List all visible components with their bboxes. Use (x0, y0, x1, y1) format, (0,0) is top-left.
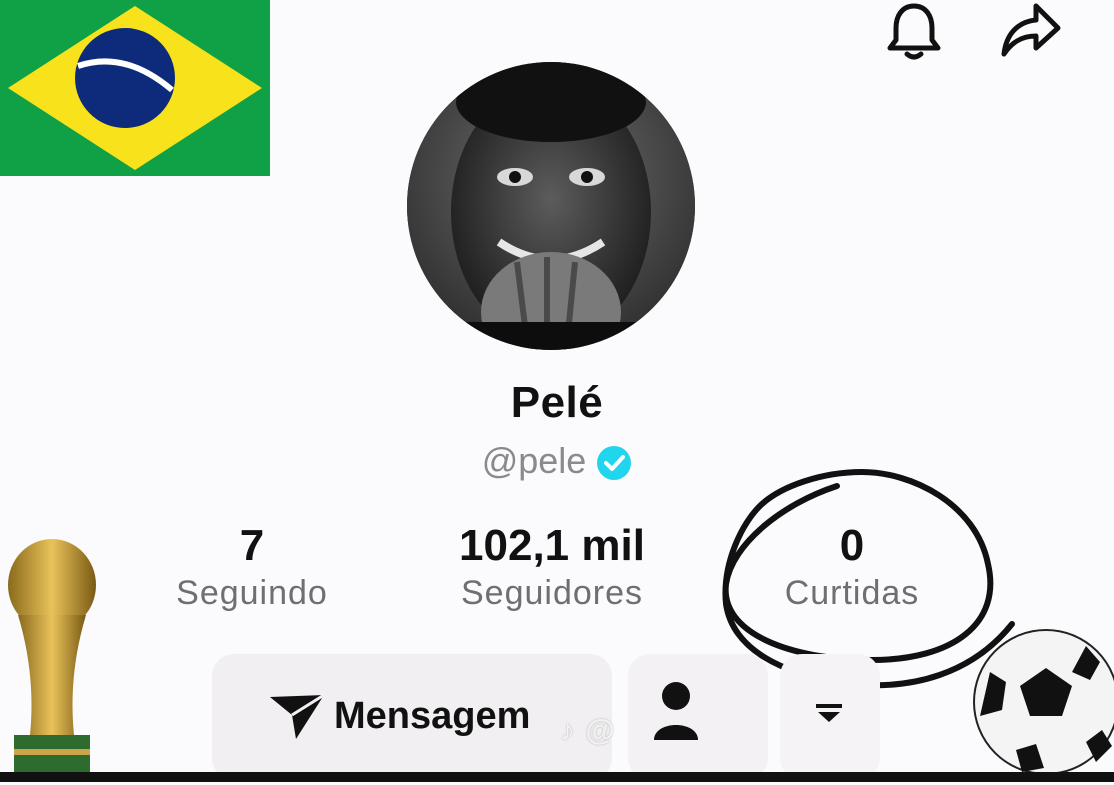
verified-badge-icon (597, 446, 632, 481)
stat-followers[interactable]: 102,1 mil Seguidores (402, 520, 702, 613)
more-options-button[interactable] (780, 654, 880, 780)
follow-status-button[interactable] (628, 654, 768, 780)
profile-name: Pelé (510, 378, 604, 427)
soccer-ball-sticker (973, 629, 1114, 774)
following-label: Seguindo (176, 574, 328, 612)
world-cup-trophy-sticker (8, 539, 96, 775)
message-button-content[interactable]: Mensagem (268, 688, 530, 744)
stat-following[interactable]: 7 Seguindo (102, 520, 402, 613)
person-icon (654, 682, 698, 740)
bell-icon[interactable] (882, 0, 946, 64)
following-count: 7 (239, 521, 265, 570)
profile-handle: @pele (481, 440, 587, 481)
profile-handle-row: @pele (0, 440, 1114, 482)
likes-label: Curtidas (784, 574, 920, 612)
avatar[interactable] (407, 62, 695, 350)
followers-count: 102,1 mil (459, 521, 645, 570)
followers-label: Seguidores (460, 574, 643, 612)
message-button-label: Mensagem (334, 694, 531, 737)
send-icon (270, 693, 325, 739)
likes-count: 0 (839, 521, 865, 570)
watermark: ♪ @ (560, 714, 616, 747)
share-arrow-icon[interactable] (998, 0, 1062, 64)
profile-photo (407, 62, 695, 350)
brazil-flag-sticker (0, 0, 270, 176)
bottom-edge-bar (0, 772, 1114, 782)
dropdown-icon (816, 704, 842, 722)
stat-likes[interactable]: 0 Curtidas (702, 520, 1002, 613)
